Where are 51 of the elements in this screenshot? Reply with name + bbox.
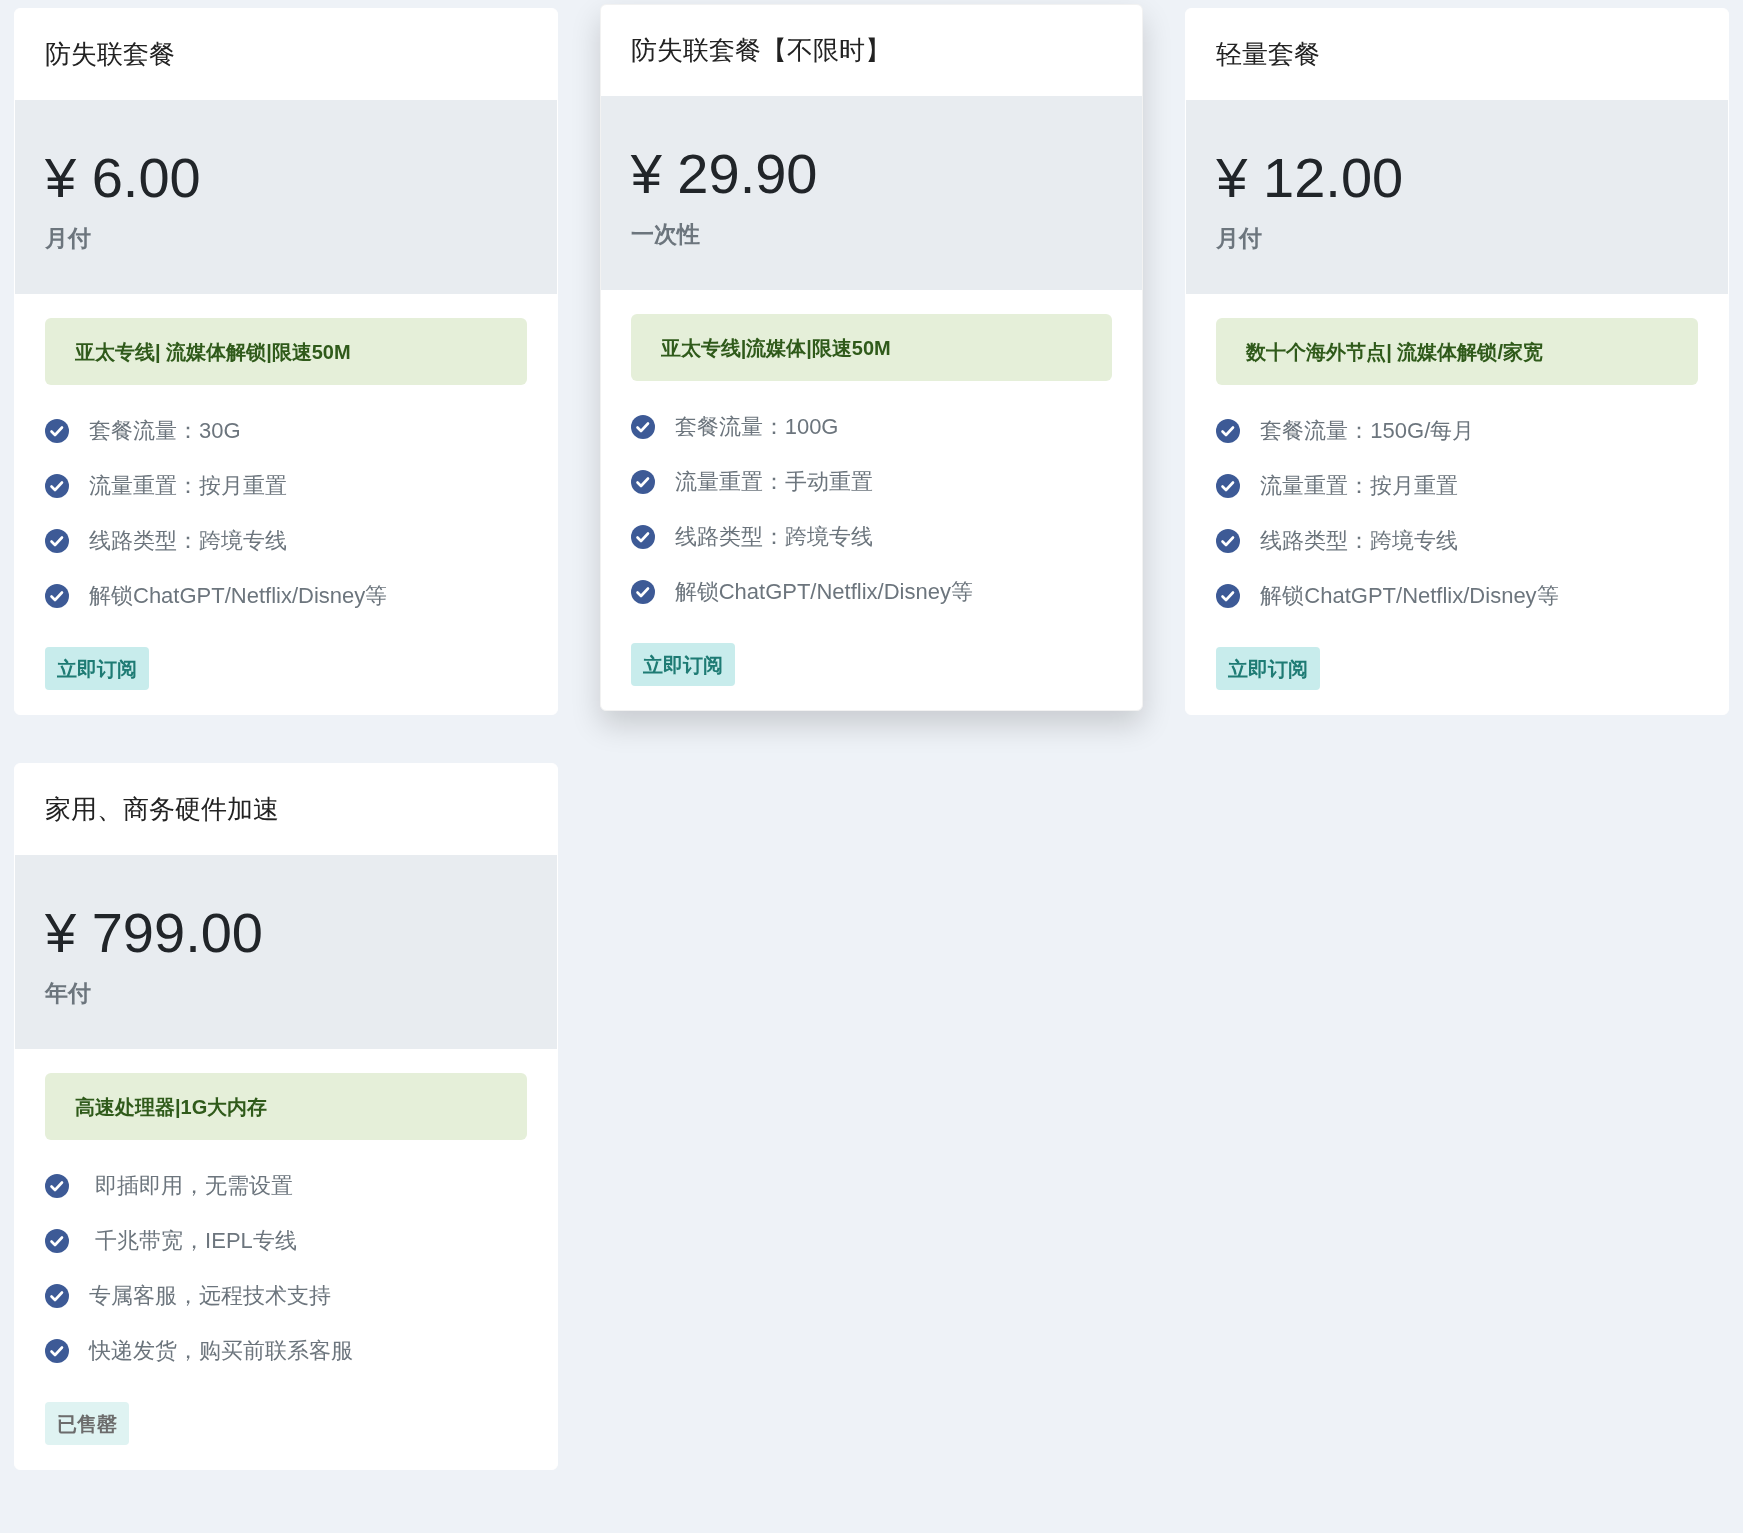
feature-text: 套餐流量：30G — [89, 417, 241, 445]
feature-text: 解锁ChatGPT/Netflix/Disney等 — [1260, 582, 1559, 610]
check-circle-icon — [45, 418, 69, 443]
check-circle-icon — [630, 524, 655, 549]
feature-text: 快递发货，购买前联系客服 — [89, 1337, 353, 1365]
plan-title: 轻量套餐 — [1216, 38, 1321, 71]
subscribe-button[interactable]: 立即订阅 — [45, 647, 149, 690]
plan-tag: 高速处理器|1G大内存 — [45, 1073, 527, 1140]
feature-text: 流量重置：手动重置 — [674, 468, 873, 496]
feature-text: 线路类型：跨境专线 — [674, 523, 873, 551]
plan-tag: 亚太专线|流媒体|限速50M — [630, 314, 1113, 381]
check-circle-icon — [630, 414, 655, 439]
check-circle-icon — [45, 1338, 69, 1363]
check-circle-icon — [1216, 418, 1241, 443]
plan-title: 家用、商务硬件加速 — [45, 793, 279, 826]
feature-text: 套餐流量：100G — [674, 413, 839, 441]
plan-tag: 亚太专线| 流媒体解锁|限速50M — [45, 318, 527, 385]
check-circle-icon — [45, 528, 69, 553]
plan-title: 防失联套餐【不限时】 — [630, 34, 891, 67]
feature-text: 流量重置：按月重置 — [1260, 472, 1459, 500]
check-circle-icon — [45, 1228, 69, 1253]
check-circle-icon — [1216, 583, 1241, 608]
feature-text: 线路类型：跨境专线 — [1260, 527, 1459, 555]
billing-period: 年付 — [45, 978, 92, 1008]
feature-text: 解锁ChatGPT/Netflix/Disney等 — [89, 582, 388, 610]
check-circle-icon — [630, 469, 655, 494]
check-circle-icon — [1216, 528, 1241, 553]
subscribe-button[interactable]: 立即订阅 — [1216, 647, 1321, 690]
check-circle-icon — [45, 473, 69, 498]
billing-period: 月付 — [1216, 223, 1264, 253]
feature-text: 千兆带宽，IEPL专线 — [94, 1227, 297, 1255]
check-circle-icon — [45, 1283, 69, 1308]
check-circle-icon — [45, 1173, 69, 1198]
feature-text: 套餐流量：150G/每月 — [1260, 417, 1475, 445]
feature-text: 线路类型：跨境专线 — [89, 527, 287, 555]
feature-text: 流量重置：按月重置 — [89, 472, 287, 500]
check-circle-icon — [1216, 473, 1241, 498]
billing-period: 一次性 — [630, 219, 701, 249]
feature-text: 专属客服，远程技术支持 — [89, 1282, 331, 1310]
plan-price: ¥ 12.00 — [1216, 146, 1405, 209]
check-circle-icon — [630, 579, 655, 604]
feature-text: 解锁ChatGPT/Netflix/Disney等 — [674, 578, 973, 606]
plan-price: ¥ 799.00 — [45, 901, 264, 964]
check-circle-icon — [45, 583, 69, 608]
billing-period: 月付 — [45, 223, 92, 253]
plan-price: ¥ 29.90 — [630, 142, 819, 205]
plan-tag: 数十个海外节点| 流媒体解锁/家宽 — [1216, 318, 1698, 385]
plan-title: 防失联套餐 — [45, 38, 175, 71]
plan-price: ¥ 6.00 — [45, 146, 202, 209]
feature-text: 即插即用，无需设置 — [94, 1172, 294, 1200]
subscribe-button[interactable]: 立即订阅 — [630, 643, 735, 686]
